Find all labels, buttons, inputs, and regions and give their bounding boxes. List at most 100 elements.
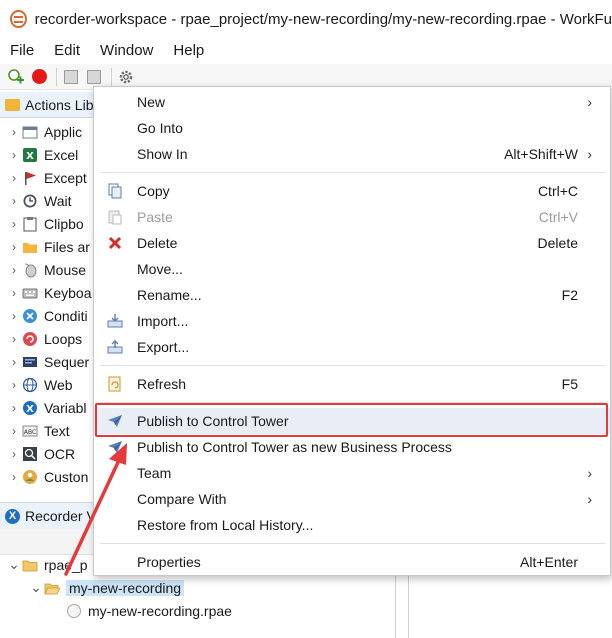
- chevron-right-icon[interactable]: ›: [6, 470, 22, 484]
- tree-item-web[interactable]: › Web: [0, 373, 99, 396]
- sequence-icon: [22, 354, 38, 370]
- tree-item-loops[interactable]: › Loops: [0, 327, 99, 350]
- tree-item-mouse[interactable]: › Mouse: [0, 258, 99, 281]
- tree-node-recording-folder[interactable]: ⌄ my-new-recording: [28, 576, 185, 599]
- tree-node-label: rpae_p: [44, 556, 88, 573]
- menu-item-paste[interactable]: Paste Ctrl+V: [94, 204, 610, 230]
- tree-node-label: my-new-recording: [66, 579, 185, 596]
- tree-item-text[interactable]: › ABC Text: [0, 419, 99, 442]
- exception-flag-icon: [22, 170, 38, 186]
- export-icon: [107, 339, 123, 355]
- menu-window[interactable]: Window: [90, 42, 163, 59]
- tree-node-project[interactable]: ⌄ rpae_p: [6, 553, 88, 576]
- menu-item-refresh[interactable]: Refresh F5: [94, 371, 610, 397]
- menu-item-compare-with[interactable]: Compare With ›: [94, 486, 610, 512]
- menu-help[interactable]: Help: [163, 42, 214, 59]
- chevron-right-icon[interactable]: ›: [6, 194, 22, 208]
- actions-library-tab[interactable]: Actions Lib: [0, 92, 99, 118]
- condition-icon: [22, 308, 38, 324]
- tree-item-label: Conditi: [44, 307, 88, 324]
- menu-item-label: Delete: [137, 235, 178, 251]
- actions-library-tab-label: Actions Lib: [25, 96, 94, 113]
- menu-item-move[interactable]: Move...: [94, 256, 610, 282]
- tree-item-condition[interactable]: › Conditi: [0, 304, 99, 327]
- tree-item-label: Files ar: [44, 238, 90, 255]
- menu-item-publish-new-business-process[interactable]: Publish to Control Tower as new Business…: [94, 434, 610, 460]
- svg-text:X: X: [26, 404, 34, 415]
- tree-item-keyboard[interactable]: › Keyboa: [0, 281, 99, 304]
- menu-item-label: Import...: [137, 313, 189, 329]
- chevron-down-icon[interactable]: ⌄: [28, 579, 44, 596]
- chevron-right-icon[interactable]: ›: [6, 125, 22, 139]
- tree-item-application[interactable]: › Applic: [0, 120, 99, 143]
- chevron-right-icon[interactable]: ›: [6, 217, 22, 231]
- tree-item-label: Clipbo: [44, 215, 84, 232]
- chevron-right-icon[interactable]: ›: [6, 309, 22, 323]
- tree-item-variable[interactable]: › X Variabl: [0, 396, 99, 419]
- new-recording-icon[interactable]: [6, 67, 26, 87]
- menu-item-team[interactable]: Team ›: [94, 460, 610, 486]
- menu-item-rename[interactable]: Rename... F2: [94, 282, 610, 308]
- chevron-right-icon[interactable]: ›: [6, 355, 22, 369]
- tree-item-label: OCR: [44, 445, 76, 462]
- clipboard-icon: [22, 216, 38, 232]
- menu-item-label: New: [137, 94, 166, 110]
- annotation-highlight-box: [95, 403, 608, 437]
- chevron-right-icon[interactable]: ›: [6, 447, 22, 461]
- chevron-right-icon[interactable]: ›: [6, 424, 22, 438]
- recorder-view-tab[interactable]: X Recorder V: [0, 503, 100, 529]
- tree-node-recording-file[interactable]: my-new-recording.rpae: [66, 599, 232, 622]
- menu-item-label: Compare With: [137, 491, 227, 507]
- tree-item-wait[interactable]: › Wait: [0, 189, 99, 212]
- menu-edit[interactable]: Edit: [44, 42, 90, 59]
- menu-file[interactable]: File: [0, 42, 44, 59]
- menu-item-delete[interactable]: Delete Delete: [94, 230, 610, 256]
- chevron-right-icon[interactable]: ›: [6, 401, 22, 415]
- tree-item-excel[interactable]: › X Excel: [0, 143, 99, 166]
- tree-item-clipboard[interactable]: › Clipbo: [0, 212, 99, 235]
- text-icon: ABC: [22, 423, 38, 439]
- chevron-right-icon[interactable]: ›: [6, 378, 22, 392]
- menu-item-copy[interactable]: Copy Ctrl+C: [94, 178, 610, 204]
- menu-item-label: Export...: [137, 339, 190, 355]
- menu-bar: File Edit Window Help: [0, 38, 612, 62]
- menu-item-new[interactable]: New ›: [94, 89, 610, 115]
- submenu-arrow-icon: ›: [587, 94, 592, 110]
- menu-separator: [100, 543, 606, 544]
- record-icon[interactable]: [29, 67, 49, 87]
- menu-item-label: Rename...: [137, 287, 202, 303]
- menu-item-label: Restore from Local History...: [137, 517, 314, 533]
- menu-item-label: Properties: [137, 554, 201, 570]
- chevron-right-icon[interactable]: ›: [6, 263, 22, 277]
- chevron-right-icon[interactable]: ›: [6, 286, 22, 300]
- tree-item-files[interactable]: › Files ar: [0, 235, 99, 258]
- menu-item-export[interactable]: Export...: [94, 334, 610, 360]
- tree-item-exception[interactable]: › Except: [0, 166, 99, 189]
- window-title: recorder-workspace - rpae_project/my-new…: [34, 10, 612, 28]
- tree-item-custom[interactable]: › Custon: [0, 465, 99, 488]
- loop-icon: [22, 331, 38, 347]
- menu-item-properties[interactable]: Properties Alt+Enter: [94, 549, 610, 575]
- tree-item-ocr[interactable]: › OCR: [0, 442, 99, 465]
- menu-item-restore-local-history[interactable]: Restore from Local History...: [94, 512, 610, 538]
- chevron-right-icon[interactable]: ›: [6, 148, 22, 162]
- settings-icon[interactable]: [116, 67, 136, 87]
- save-all-icon[interactable]: [84, 67, 104, 87]
- menu-item-shortcut: Alt+Enter: [520, 554, 578, 570]
- chevron-right-icon[interactable]: ›: [6, 332, 22, 346]
- chevron-down-icon[interactable]: ⌄: [6, 556, 22, 573]
- tree-item-label: Custon: [44, 468, 89, 485]
- chevron-right-icon[interactable]: ›: [6, 240, 22, 254]
- tree-item-label: Except: [44, 169, 87, 186]
- tree-node-label: my-new-recording.rpae: [88, 602, 232, 619]
- menu-item-go-into[interactable]: Go Into: [94, 115, 610, 141]
- tree-item-label: Keyboa: [44, 284, 92, 301]
- recording-file-icon: [66, 603, 82, 619]
- menu-item-shortcut: Ctrl+V: [538, 209, 578, 225]
- save-icon[interactable]: [61, 67, 81, 87]
- menu-item-import[interactable]: Import...: [94, 308, 610, 334]
- menu-item-show-in[interactable]: Show In Alt+Shift+W ›: [94, 141, 610, 167]
- tree-item-sequence[interactable]: › Sequer: [0, 350, 99, 373]
- custom-icon: [22, 469, 38, 485]
- chevron-right-icon[interactable]: ›: [6, 171, 22, 185]
